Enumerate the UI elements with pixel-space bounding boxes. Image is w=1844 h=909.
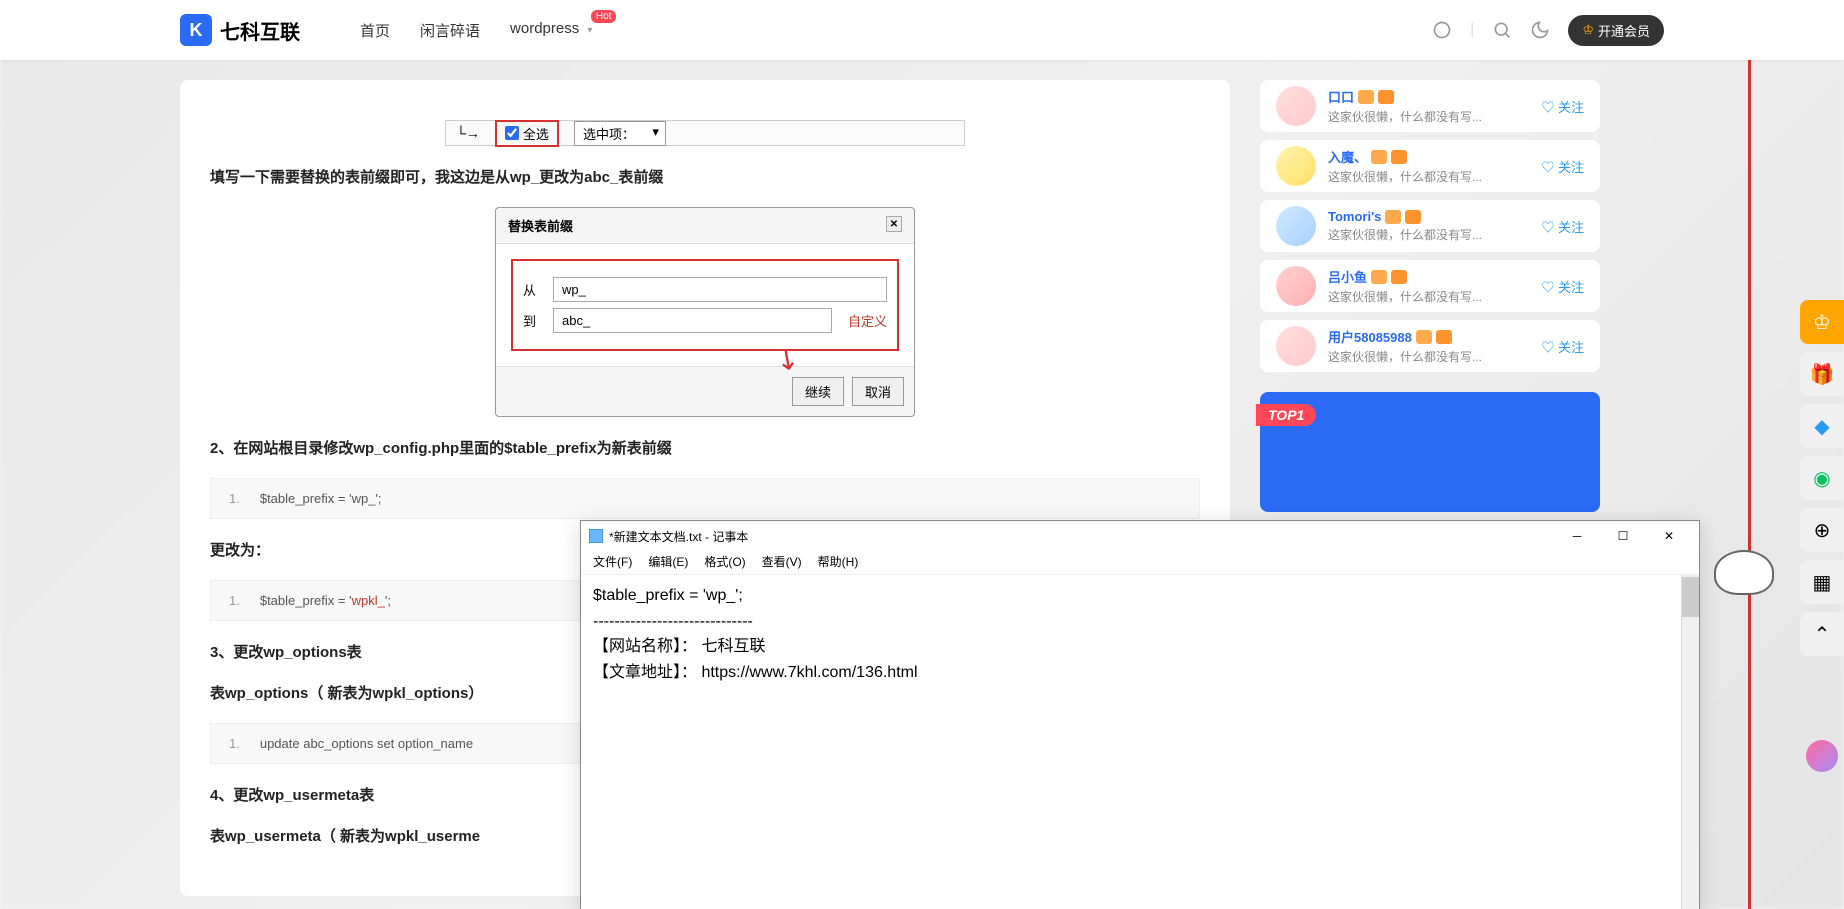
avatar <box>1276 206 1316 246</box>
chevron-down-icon: ▾ <box>587 25 592 36</box>
main-nav: 首页 闲言碎语 wordpress Hot ▾ <box>360 20 592 41</box>
paragraph: 填写一下需要替换的表前缀即可，我这边是从wp_更改为abc_表前缀 <box>210 166 1200 187</box>
minimize-button[interactable]: ─ <box>1555 522 1599 550</box>
user-card[interactable]: 用户58085988 这家伙很懒，什么都没有写... ♡ 关注 <box>1260 320 1600 372</box>
menu-help[interactable]: 帮助(H) <box>812 551 865 574</box>
badge-icon <box>1436 330 1452 344</box>
user-name: 吕小鱼 <box>1328 267 1367 286</box>
avatar <box>1276 326 1316 366</box>
custom-label: 自定义 <box>848 311 887 330</box>
float-wechat-button[interactable]: ◉ <box>1800 456 1844 500</box>
from-label: 从 <box>523 280 543 299</box>
notepad-menubar: 文件(F) 编辑(E) 格式(O) 查看(V) 帮助(H) <box>581 551 1699 575</box>
top1-badge: TOP1 <box>1256 404 1316 426</box>
follow-button[interactable]: ♡ 关注 <box>1541 337 1584 356</box>
replace-prefix-dialog: 替换表前缀 ✕ 从 到 自定义 ↘ 继续 <box>495 207 915 417</box>
float-gift-button[interactable]: 🎁 <box>1800 352 1844 396</box>
notepad-titlebar[interactable]: *新建文本文档.txt - 记事本 ─ ☐ ✕ <box>581 521 1699 551</box>
red-vertical-line <box>1748 0 1751 909</box>
float-sidebar: ♔ 🎁 ◆ ◉ ⊕ ▦ ⌃ <box>1800 300 1844 656</box>
scrollbar[interactable] <box>1681 575 1699 909</box>
maximize-button[interactable]: ☐ <box>1601 522 1645 550</box>
user-desc: 这家伙很懒，什么都没有写... <box>1328 348 1529 365</box>
vip-button[interactable]: ♔ 开通会员 <box>1568 15 1664 46</box>
notepad-window: *新建文本文档.txt - 记事本 ─ ☐ ✕ 文件(F) 编辑(E) 格式(O… <box>580 520 1700 909</box>
brain-icon[interactable] <box>1806 740 1838 772</box>
to-label: 到 <box>523 311 543 330</box>
menu-edit[interactable]: 编辑(E) <box>642 551 694 574</box>
nav-home[interactable]: 首页 <box>360 20 390 41</box>
close-icon[interactable]: ✕ <box>886 216 902 232</box>
user-desc: 这家伙很懒，什么都没有写... <box>1328 168 1529 185</box>
avatar <box>1276 86 1316 126</box>
badge-icon <box>1358 90 1374 104</box>
notepad-app-icon <box>589 529 603 543</box>
badge-icon <box>1385 210 1401 224</box>
user-card[interactable]: 入魔、 这家伙很懒，什么都没有写... ♡ 关注 <box>1260 140 1600 192</box>
follow-button[interactable]: ♡ 关注 <box>1541 157 1584 176</box>
crown-icon: ♔ <box>1582 22 1594 38</box>
user-card[interactable]: 吕小鱼 这家伙很懒，什么都没有写... ♡ 关注 <box>1260 260 1600 312</box>
float-top-button[interactable]: ⌃ <box>1800 612 1844 656</box>
badge-icon <box>1405 210 1421 224</box>
badge-icon <box>1371 150 1387 164</box>
user-desc: 这家伙很懒，什么都没有写... <box>1328 226 1529 243</box>
user-name: 口口 <box>1328 87 1354 106</box>
from-input[interactable] <box>553 277 887 302</box>
continue-button[interactable]: 继续 <box>792 377 844 406</box>
user-card[interactable]: 口口 这家伙很懒，什么都没有写... ♡ 关注 <box>1260 80 1600 132</box>
badge-icon <box>1391 150 1407 164</box>
follow-button[interactable]: ♡ 关注 <box>1541 277 1584 296</box>
user-name: 用户58085988 <box>1328 327 1412 346</box>
badge-icon <box>1371 270 1387 284</box>
dialog-title: 替换表前缀 <box>508 216 573 235</box>
badge-icon <box>1416 330 1432 344</box>
user-name: 入魔、 <box>1328 147 1367 166</box>
arrow-icon: └→ <box>456 125 480 141</box>
badge-icon <box>1378 90 1394 104</box>
user-name: Tomori's <box>1328 209 1381 224</box>
user-desc: 这家伙很懒，什么都没有写... <box>1328 108 1529 125</box>
select-all-checkbox[interactable] <box>505 126 519 140</box>
float-crown-button[interactable]: ♔ <box>1800 300 1844 344</box>
user-card[interactable]: Tomori's 这家伙很懒，什么都没有写... ♡ 关注 <box>1260 200 1600 252</box>
dropdown-selected[interactable]: 选中项： ▾ <box>574 121 666 146</box>
notification-icon[interactable] <box>1432 20 1452 40</box>
float-qq-button[interactable]: ◆ <box>1800 404 1844 448</box>
logo-text: 七科互联 <box>220 16 300 45</box>
follow-button[interactable]: ♡ 关注 <box>1541 217 1584 236</box>
select-all-box: 全选 <box>495 120 559 147</box>
logo-icon: K <box>180 14 212 46</box>
avatar <box>1276 146 1316 186</box>
header: K 七科互联 首页 闲言碎语 wordpress Hot ▾ | ♔ 开通会员 <box>0 0 1844 60</box>
notepad-textarea[interactable]: $table_prefix = 'wp_'; -----------------… <box>581 575 1699 909</box>
cancel-button[interactable]: 取消 <box>852 377 904 406</box>
code-block: 1. $table_prefix = 'wp_'; <box>210 478 1200 519</box>
moon-icon[interactable] <box>1530 20 1550 40</box>
badge-icon <box>1391 270 1407 284</box>
screenshot-toolbar: └→ 全选 选中项： ▾ <box>445 120 965 146</box>
float-qr-button[interactable]: ▦ <box>1800 560 1844 604</box>
follow-button[interactable]: ♡ 关注 <box>1541 97 1584 116</box>
user-desc: 这家伙很懒，什么都没有写... <box>1328 288 1529 305</box>
nav-wordpress[interactable]: wordpress Hot ▾ <box>510 20 592 41</box>
menu-format[interactable]: 格式(O) <box>698 551 751 574</box>
menu-file[interactable]: 文件(F) <box>587 551 638 574</box>
paragraph: 2、在网站根目录修改wp_config.php里面的$table_prefix为… <box>210 437 1200 458</box>
menu-view[interactable]: 查看(V) <box>756 551 808 574</box>
mascot-icon[interactable] <box>1714 550 1784 630</box>
logo[interactable]: K 七科互联 <box>180 14 300 46</box>
float-add-button[interactable]: ⊕ <box>1800 508 1844 552</box>
hot-badge: Hot <box>591 10 617 23</box>
search-icon[interactable] <box>1492 20 1512 40</box>
to-input[interactable] <box>553 308 832 333</box>
notepad-title: *新建文本文档.txt - 记事本 <box>609 528 748 545</box>
nav-chat[interactable]: 闲言碎语 <box>420 20 480 41</box>
close-button[interactable]: ✕ <box>1647 522 1691 550</box>
chevron-down-icon: ▾ <box>652 124 659 140</box>
top-banner[interactable]: TOP1 <box>1260 392 1600 512</box>
avatar <box>1276 266 1316 306</box>
